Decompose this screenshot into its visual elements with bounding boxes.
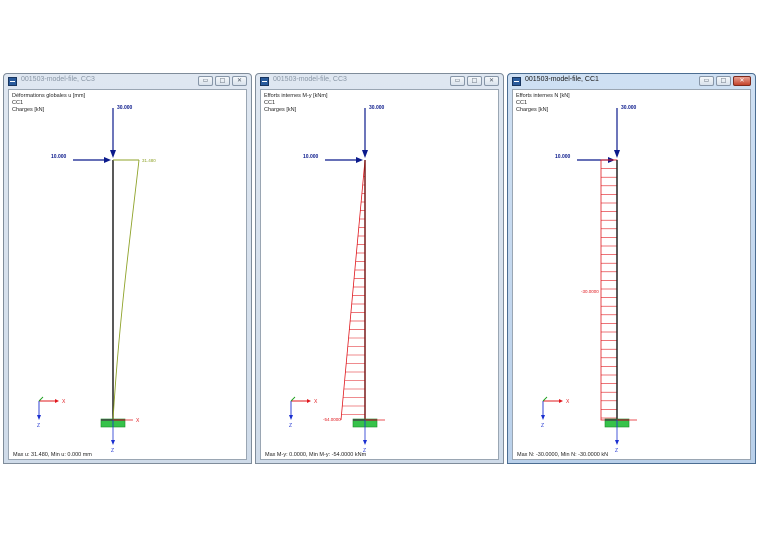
window-title: 001503-model-file, CC3 — [21, 76, 95, 83]
global-axis-z-label: Z — [289, 423, 292, 429]
window-title: 001503-model-file, CC3 — [273, 76, 347, 83]
app-icon — [512, 77, 521, 86]
global-axis-x-label: X — [62, 399, 66, 405]
max-deformation-value: 31.480 — [142, 158, 156, 163]
close-button[interactable]: ✕ — [484, 76, 499, 86]
minimize-button[interactable]: ▭ — [450, 76, 465, 86]
title-bar[interactable]: 001503-model-file, CC3 ▭ □ ✕ — [256, 74, 503, 90]
min-moment-value: -54.0000 — [323, 417, 341, 422]
support-axis-z-label: Z — [615, 448, 618, 454]
close-button[interactable]: ✕ — [733, 76, 751, 86]
title-bar[interactable]: 001503-model-file, CC3 ▭ □ ✕ — [4, 74, 251, 90]
horizontal-load-value: 10.000 — [51, 154, 67, 160]
deformed-shape — [112, 159, 140, 421]
maximize-button[interactable]: □ — [467, 76, 482, 86]
global-axis-z-label: Z — [541, 423, 544, 429]
maximize-button[interactable]: □ — [215, 76, 230, 86]
horizontal-load-value: 10.000 — [555, 154, 571, 160]
global-axes-icon — [289, 396, 311, 420]
minimize-button[interactable]: ▭ — [699, 76, 714, 86]
global-axis-z-label: Z — [37, 423, 40, 429]
minimize-button[interactable]: ▭ — [198, 76, 213, 86]
app-icon — [8, 77, 17, 86]
result-window-moment[interactable]: 001503-model-file, CC3 ▭ □ ✕ Efforts int… — [255, 73, 504, 464]
normal-force-diagram-hatch — [601, 159, 617, 419]
global-axis-x-label: X — [566, 399, 570, 405]
close-button[interactable]: ✕ — [232, 76, 247, 86]
global-axes-icon — [37, 396, 59, 420]
vertical-load-value: 30.000 — [369, 105, 385, 111]
window-title: 001503-model-file, CC1 — [525, 76, 599, 83]
title-bar[interactable]: 001503-model-file, CC1 ▭ □ ✕ — [508, 74, 755, 90]
model-view[interactable]: Efforts internes N [kN] CC1 Charges [kN]… — [512, 89, 751, 460]
support-axis-x-label: X — [136, 418, 140, 424]
global-axis-x-label: X — [314, 399, 318, 405]
status-text: Max u: 31.480, Min u: 0.000 mm — [13, 452, 92, 458]
horizontal-load-value: 10.000 — [303, 154, 319, 160]
horizontal-load-arrow — [73, 157, 111, 163]
vertical-load-value: 30.000 — [117, 105, 133, 111]
normal-force-diagram-outline — [600, 159, 618, 421]
horizontal-load-arrow — [325, 157, 363, 163]
normal-force-value: -30.0000 — [581, 289, 599, 294]
global-axes-icon — [541, 396, 563, 420]
vertical-load-arrow — [362, 108, 368, 158]
status-text: Max M-y: 0.0000, Min M-y: -54.0000 kNm — [265, 452, 367, 458]
app-icon — [260, 77, 269, 86]
result-window-deformation[interactable]: 001503-model-file, CC3 ▭ □ ✕ Déformation… — [3, 73, 252, 464]
support-axis-z-label: Z — [111, 448, 114, 454]
vertical-load-arrow — [110, 108, 116, 158]
moment-diagram-outline — [340, 159, 366, 421]
vertical-load-value: 30.000 — [621, 105, 637, 111]
model-view[interactable]: Efforts internes M-y [kNm] CC1 Charges [… — [260, 89, 499, 460]
maximize-button[interactable]: □ — [716, 76, 731, 86]
result-window-normal-force[interactable]: 001503-model-file, CC1 ▭ □ ✕ Efforts int… — [507, 73, 756, 464]
vertical-load-arrow — [614, 108, 620, 158]
status-text: Max N: -30.0000, Min N: -30.0000 kN — [517, 452, 609, 458]
model-view[interactable]: Déformations globales u [mm] CC1 Charges… — [8, 89, 247, 460]
